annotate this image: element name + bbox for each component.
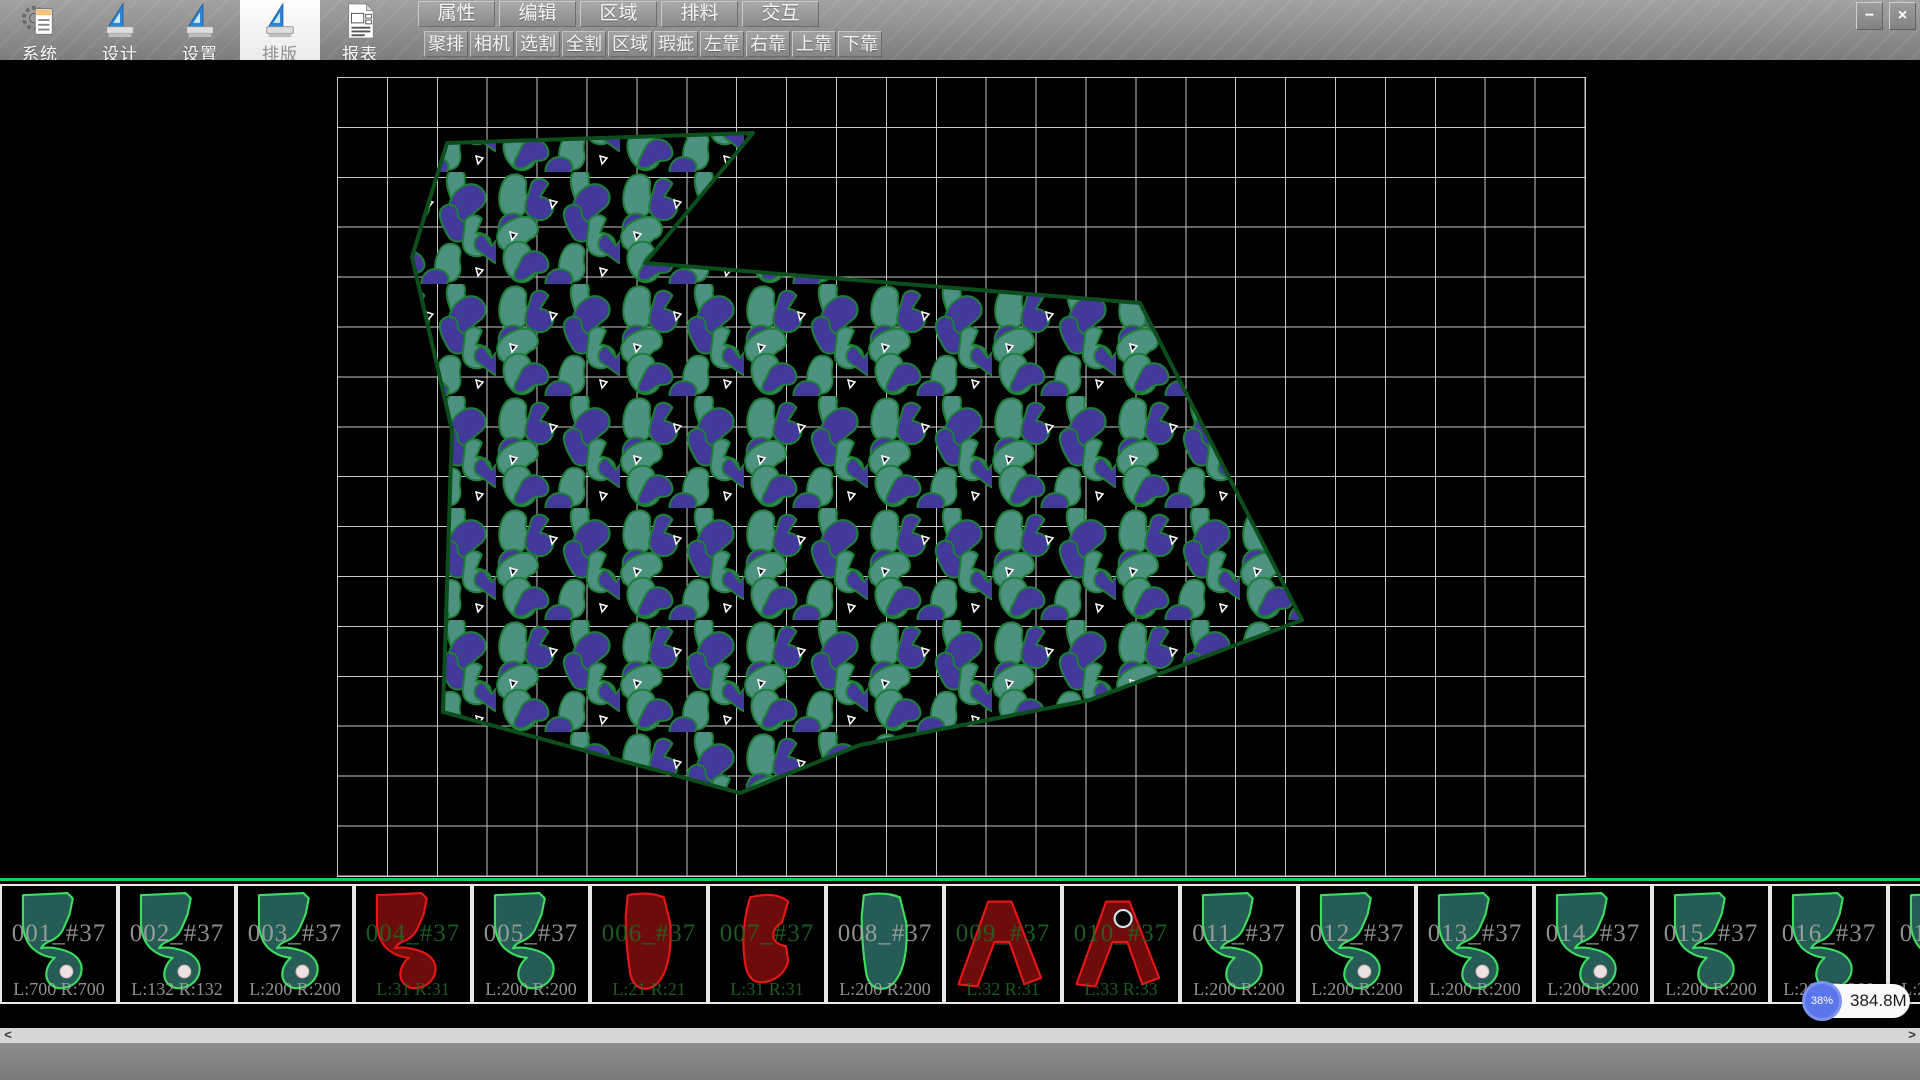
part-label: 010_#37 — [1064, 920, 1178, 948]
module-button[interactable]: 报表 — [320, 0, 400, 60]
part-lr-count: L:31 R:31 — [356, 979, 470, 1000]
part-thumbnail[interactable]: 014_#37 L:200 R:200 — [1534, 884, 1652, 1004]
memory-badge[interactable]: 38% 384.8M — [1806, 984, 1910, 1018]
toolbar: 系统 设计 设置 排版 报表 — [0, 0, 1920, 61]
system-icon — [21, 2, 59, 40]
part-lr-count: L:200 R:200 — [1300, 979, 1414, 1000]
part-thumbnail[interactable]: 007_#37 L:31 R:31 — [708, 884, 826, 1004]
part-label: 015_#37 — [1654, 920, 1768, 948]
part-label: 003_#37 — [238, 920, 352, 948]
part-lr-count: L:200 R:200 — [1182, 979, 1296, 1000]
tool-item[interactable]: 上靠 — [792, 31, 836, 57]
tool-item[interactable]: 左靠 — [700, 31, 744, 57]
tool-bar: 聚排 相机 选割 全割 区域 瑕疵 左靠 右靠 上靠 下靠 — [424, 31, 884, 57]
settings-icon — [181, 2, 219, 40]
tool-item[interactable]: 区域 — [608, 31, 652, 57]
scroll-right-arrow[interactable]: > — [1904, 1028, 1920, 1043]
memory-percent-indicator: 38% — [1802, 981, 1842, 1021]
window-controls: − × — [1856, 2, 1916, 30]
nesting-app: 系统 设计 设置 排版 报表 — [0, 0, 1920, 1080]
part-thumbnail[interactable]: 009_#37 L:32 R:31 — [944, 884, 1062, 1004]
part-thumbnail[interactable]: 002_#37 L:132 R:132 — [118, 884, 236, 1004]
part-label: 014_#37 — [1536, 920, 1650, 948]
part-lr-count: L:33 R:33 — [1064, 979, 1178, 1000]
tool-item[interactable]: 聚排 — [424, 31, 468, 57]
part-lr-count: L:132 R:132 — [120, 979, 234, 1000]
part-lr-count: L:21 R:21 — [592, 979, 706, 1000]
module-button[interactable]: 系统 — [0, 0, 80, 60]
design-icon — [101, 2, 139, 40]
part-lr-count: L:200 R:200 — [1536, 979, 1650, 1000]
part-thumbnail[interactable]: 015_#37 L:200 R:200 — [1652, 884, 1770, 1004]
part-thumbnail[interactable]: 011_#37 L:200 R:200 — [1180, 884, 1298, 1004]
scroll-left-arrow[interactable]: < — [0, 1028, 16, 1043]
part-lr-count: L:32 R:31 — [946, 979, 1060, 1000]
part-label: 013_#37 — [1418, 920, 1532, 948]
menu-item[interactable]: 区域 — [580, 1, 657, 27]
tool-item[interactable]: 全割 — [562, 31, 606, 57]
tool-item[interactable]: 瑕疵 — [654, 31, 698, 57]
part-lr-count: L:200 R:200 — [238, 979, 352, 1000]
tool-item[interactable]: 下靠 — [838, 31, 882, 57]
part-label: 004_#37 — [356, 920, 470, 948]
part-lr-count: L:200 R:200 — [1418, 979, 1532, 1000]
part-label: 001_#37 — [2, 920, 116, 948]
tool-item[interactable]: 相机 — [470, 31, 514, 57]
part-lr-count: L:200 R:200 — [828, 979, 942, 1000]
memory-size: 384.8M — [1850, 991, 1907, 1011]
minimize-button[interactable]: − — [1856, 2, 1883, 30]
part-label: 017_#37 — [1890, 920, 1920, 948]
menu-bar: 属性 编辑 区域 排料 交互 — [418, 1, 823, 27]
module-bar: 系统 设计 设置 排版 报表 — [0, 0, 400, 60]
part-label: 009_#37 — [946, 920, 1060, 948]
part-label: 011_#37 — [1182, 920, 1296, 948]
part-thumbnail[interactable]: 005_#37 L:200 R:200 — [472, 884, 590, 1004]
part-thumbnail[interactable]: 012_#37 L:200 R:200 — [1298, 884, 1416, 1004]
part-label: 016_#37 — [1772, 920, 1886, 948]
report-icon — [341, 2, 379, 40]
part-thumbnail[interactable]: 013_#37 L:200 R:200 — [1416, 884, 1534, 1004]
status-bar — [0, 1043, 1920, 1080]
part-label: 006_#37 — [592, 920, 706, 948]
nesting-canvas[interactable] — [0, 60, 1920, 878]
menu-item[interactable]: 编辑 — [499, 1, 576, 27]
leather-hide-layer — [0, 60, 1920, 878]
tool-item[interactable]: 选割 — [516, 31, 560, 57]
part-label: 002_#37 — [120, 920, 234, 948]
part-label: 007_#37 — [710, 920, 824, 948]
tool-item[interactable]: 右靠 — [746, 31, 790, 57]
part-label: 008_#37 — [828, 920, 942, 948]
part-lr-count: L:200 R:200 — [1654, 979, 1768, 1000]
memory-percent: 38% — [1811, 995, 1833, 1007]
part-label: 012_#37 — [1300, 920, 1414, 948]
nesting-icon — [261, 2, 299, 40]
menu-item[interactable]: 交互 — [742, 1, 819, 27]
parts-strip: 001_#37 L:700 R:700 002_#37 L:132 R:132 … — [0, 884, 1920, 1004]
close-button[interactable]: × — [1889, 2, 1916, 30]
part-lr-count: L:700 R:700 — [2, 979, 116, 1000]
part-lr-count: L:31 R:31 — [710, 979, 824, 1000]
module-button[interactable]: 设计 — [80, 0, 160, 60]
part-lr-count: L:200 R:200 — [474, 979, 588, 1000]
part-thumbnail[interactable]: 001_#37 L:700 R:700 — [0, 884, 118, 1004]
part-thumbnail[interactable]: 010_#37 L:33 R:33 — [1062, 884, 1180, 1004]
leather-hide[interactable] — [412, 133, 1302, 793]
horizontal-scrollbar[interactable]: < > — [0, 1028, 1920, 1043]
part-thumbnail[interactable]: 004_#37 L:31 R:31 — [354, 884, 472, 1004]
menu-item[interactable]: 排料 — [661, 1, 738, 27]
module-button[interactable]: 设置 — [160, 0, 240, 60]
strip-separator — [0, 878, 1920, 881]
module-button[interactable]: 排版 — [240, 0, 320, 60]
menu-item[interactable]: 属性 — [418, 1, 495, 27]
part-thumbnail[interactable]: 006_#37 L:21 R:21 — [590, 884, 708, 1004]
part-thumbnail[interactable]: 008_#37 L:200 R:200 — [826, 884, 944, 1004]
part-label: 005_#37 — [474, 920, 588, 948]
part-thumbnail[interactable]: 003_#37 L:200 R:200 — [236, 884, 354, 1004]
